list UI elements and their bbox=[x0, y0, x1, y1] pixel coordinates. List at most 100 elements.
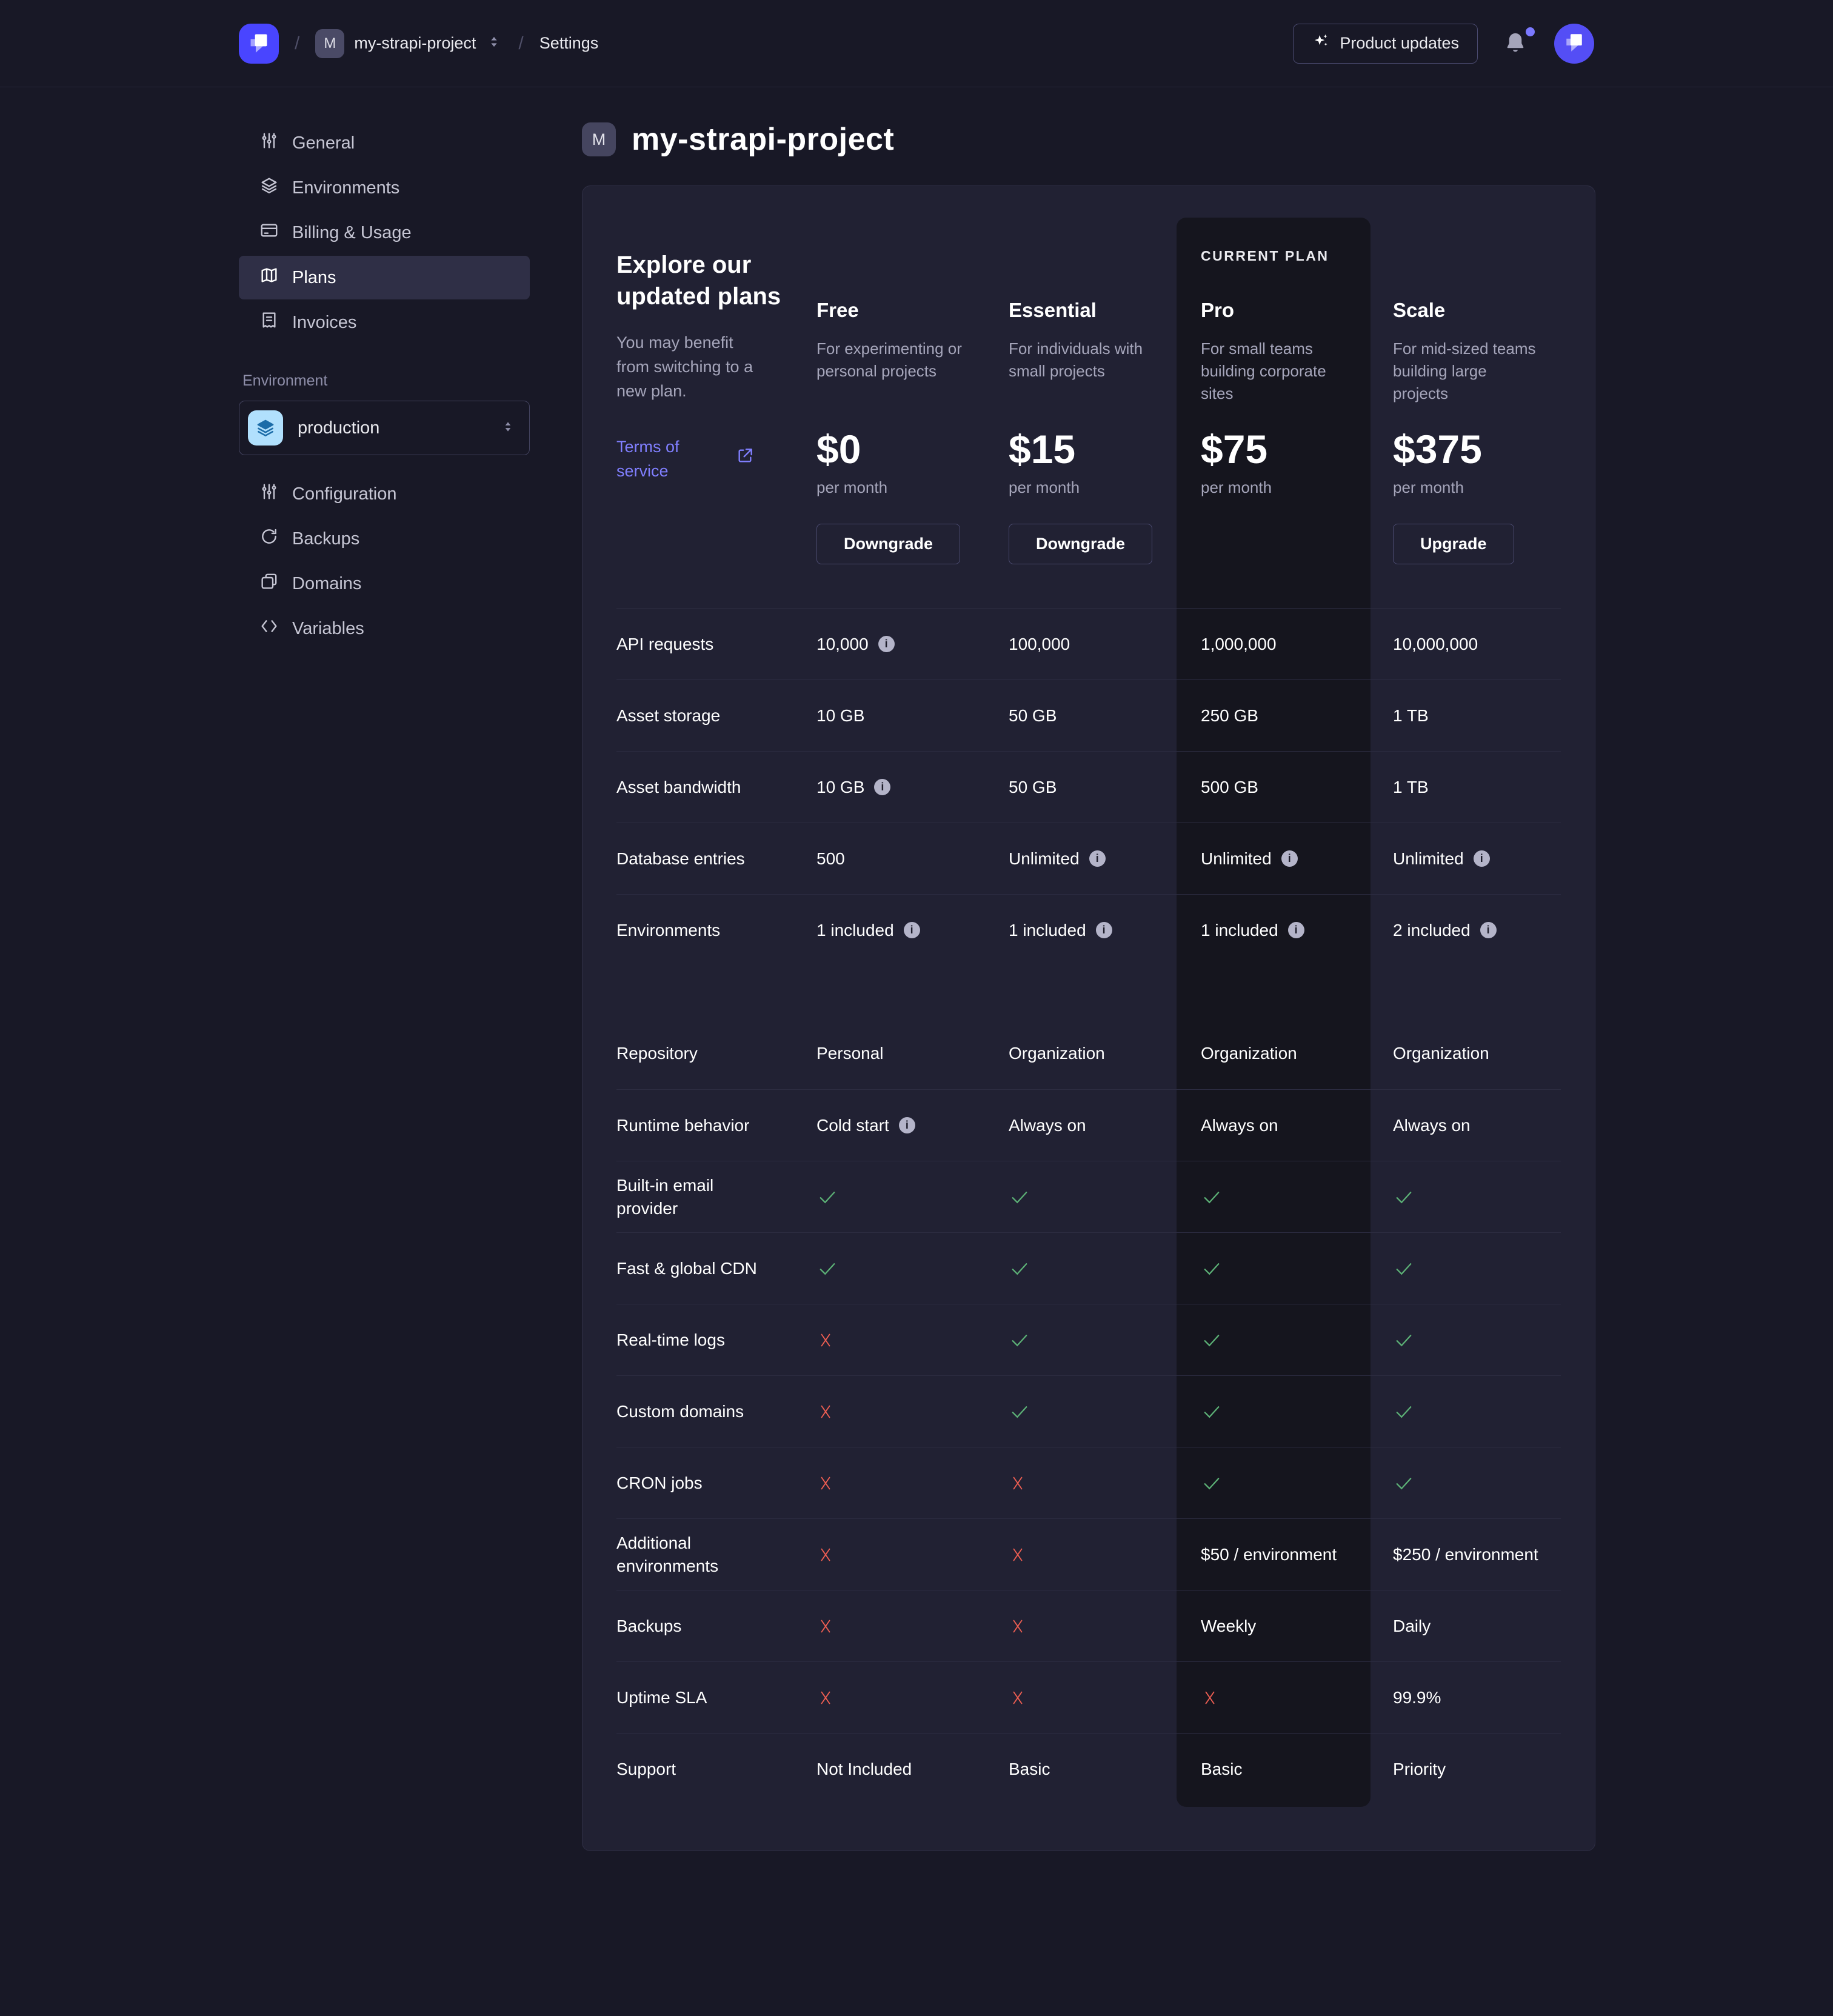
feature-value-text: Daily bbox=[1393, 1617, 1431, 1636]
check-icon bbox=[1393, 1329, 1415, 1351]
feature-value-text: 1 included bbox=[1201, 921, 1278, 940]
environment-label: Environment bbox=[239, 372, 530, 390]
breadcrumb-project-switcher[interactable]: M my-strapi-project bbox=[315, 29, 502, 58]
feature-value-cell: 10,000,000 bbox=[1369, 608, 1561, 679]
feature-value-text: 99.9% bbox=[1393, 1688, 1441, 1707]
strapi-logo-button[interactable] bbox=[239, 24, 279, 64]
feature-value-text: Organization bbox=[1393, 1044, 1489, 1063]
sort-chevrons-icon bbox=[486, 33, 502, 53]
feature-value-cell: Weekly bbox=[1177, 1590, 1369, 1661]
feature-label-text: Support bbox=[616, 1758, 686, 1781]
feature-label-text: Additional environments bbox=[616, 1532, 774, 1578]
plans-intro-subtitle: You may benefit from switching to a new … bbox=[616, 330, 768, 403]
feature-value-cell bbox=[792, 1375, 984, 1447]
info-icon[interactable]: i bbox=[1474, 850, 1490, 867]
check-icon bbox=[1201, 1186, 1223, 1208]
feature-value-text: 50 GB bbox=[1009, 706, 1057, 726]
feature-value-cell bbox=[1369, 1447, 1561, 1518]
feature-value-text: 1 included bbox=[816, 921, 894, 940]
plans-grid: Explore our updated plans You may benefi… bbox=[616, 220, 1561, 1804]
feature-value-cell bbox=[1177, 1161, 1369, 1232]
feature-value-text: Always on bbox=[1393, 1116, 1471, 1135]
feature-row-label: Asset storage bbox=[616, 679, 792, 751]
sidebar-item-plans[interactable]: Plans bbox=[239, 256, 530, 299]
sidebar-item-general[interactable]: General bbox=[239, 121, 530, 165]
environment-icon bbox=[248, 410, 283, 446]
cross-icon bbox=[816, 1617, 835, 1635]
feature-value-text: 2 included bbox=[1393, 921, 1471, 940]
plan-description: For small teams building corporate sites bbox=[1201, 338, 1352, 427]
feature-value-text: Basic bbox=[1201, 1760, 1242, 1779]
feature-value-cell: Basic bbox=[984, 1733, 1177, 1804]
feature-value-cell: Unlimitedi bbox=[1369, 823, 1561, 894]
notifications-button[interactable] bbox=[1502, 30, 1530, 58]
feature-value-text: 500 bbox=[816, 849, 845, 869]
info-icon[interactable]: i bbox=[874, 779, 890, 795]
check-icon bbox=[816, 1258, 838, 1280]
plan-header-free: FreeFor experimenting or personal projec… bbox=[792, 220, 984, 608]
sidebar-item-environments[interactable]: Environments bbox=[239, 166, 530, 210]
feature-value-text: $250 / environment bbox=[1393, 1545, 1538, 1564]
info-icon[interactable]: i bbox=[1480, 922, 1497, 938]
sidebar-item-label: Variables bbox=[292, 619, 364, 639]
info-icon[interactable]: i bbox=[904, 922, 920, 938]
feature-value-cell bbox=[984, 1304, 1177, 1375]
feature-value-text: Organization bbox=[1201, 1044, 1297, 1063]
cross-icon bbox=[1009, 1474, 1027, 1492]
downgrade-button-free[interactable]: Downgrade bbox=[816, 524, 960, 564]
sidebar-item-backups[interactable]: Backups bbox=[239, 517, 530, 561]
feature-value-cell: Organization bbox=[1177, 1018, 1369, 1089]
sidebar-item-label: Configuration bbox=[292, 484, 397, 504]
feature-value-cell bbox=[1369, 1304, 1561, 1375]
sidebar-item-invoices[interactable]: Invoices bbox=[239, 301, 530, 344]
badge-spacer bbox=[1393, 220, 1561, 287]
sidebar-item-domains[interactable]: Domains bbox=[239, 562, 530, 606]
feature-label-text: API requests bbox=[616, 633, 723, 656]
feature-label-text: Fast & global CDN bbox=[616, 1257, 767, 1280]
feature-label-text: Database entries bbox=[616, 847, 755, 870]
layers-icon bbox=[259, 176, 279, 200]
terms-of-service-link[interactable]: Terms of service bbox=[616, 435, 755, 483]
feature-label-text: Repository bbox=[616, 1042, 707, 1065]
feature-label-text: Built-in email provider bbox=[616, 1174, 774, 1220]
feature-row-label: Custom domains bbox=[616, 1375, 792, 1447]
feature-row-label: API requests bbox=[616, 608, 792, 679]
sidebar-item-variables[interactable]: Variables bbox=[239, 607, 530, 650]
info-icon[interactable]: i bbox=[1288, 922, 1304, 938]
plan-header-essential: EssentialFor individuals with small proj… bbox=[984, 220, 1177, 608]
feature-value-cell: $50 / environment bbox=[1177, 1518, 1369, 1590]
sidebar-item-billing-usage[interactable]: Billing & Usage bbox=[239, 211, 530, 255]
feature-value-cell bbox=[792, 1590, 984, 1661]
cross-icon bbox=[816, 1689, 835, 1707]
info-icon[interactable]: i bbox=[899, 1117, 915, 1133]
upgrade-button-scale[interactable]: Upgrade bbox=[1393, 524, 1514, 564]
feature-row-label: CRON jobs bbox=[616, 1447, 792, 1518]
environment-select[interactable]: production bbox=[239, 401, 530, 455]
downgrade-button-essential[interactable]: Downgrade bbox=[1009, 524, 1152, 564]
product-updates-button[interactable]: Product updates bbox=[1293, 24, 1478, 64]
feature-value-cell: 100,000 bbox=[984, 608, 1177, 679]
avatar[interactable] bbox=[1554, 24, 1594, 64]
feature-value-cell: 250 GB bbox=[1177, 679, 1369, 751]
feature-label-text: Asset storage bbox=[616, 704, 730, 727]
sidebar-nav: General Environments Billing & Usage Pla… bbox=[239, 121, 530, 344]
sidebar-item-configuration[interactable]: Configuration bbox=[239, 472, 530, 516]
info-icon[interactable]: i bbox=[1089, 850, 1106, 867]
feature-value-text: Organization bbox=[1009, 1044, 1105, 1063]
feature-value-cell bbox=[1369, 1161, 1561, 1232]
feature-value-text: 1,000,000 bbox=[1201, 635, 1277, 654]
breadcrumb-settings[interactable]: Settings bbox=[539, 34, 599, 53]
info-icon[interactable]: i bbox=[1096, 922, 1112, 938]
info-icon[interactable]: i bbox=[878, 636, 895, 652]
feature-value-cell bbox=[1177, 1304, 1369, 1375]
page-header: M my-strapi-project bbox=[582, 121, 1595, 158]
sidebar: General Environments Billing & Usage Pla… bbox=[239, 121, 530, 1851]
breadcrumb-separator: / bbox=[295, 33, 299, 54]
feature-value-text: Not Included bbox=[816, 1760, 912, 1779]
check-icon bbox=[1393, 1401, 1415, 1423]
check-icon bbox=[1201, 1472, 1223, 1494]
current-plan-badge: CURRENT PLAN bbox=[1201, 220, 1369, 287]
feature-label-text: Runtime behavior bbox=[616, 1114, 759, 1137]
info-icon[interactable]: i bbox=[1281, 850, 1298, 867]
feature-label-text: Real-time logs bbox=[616, 1329, 735, 1352]
